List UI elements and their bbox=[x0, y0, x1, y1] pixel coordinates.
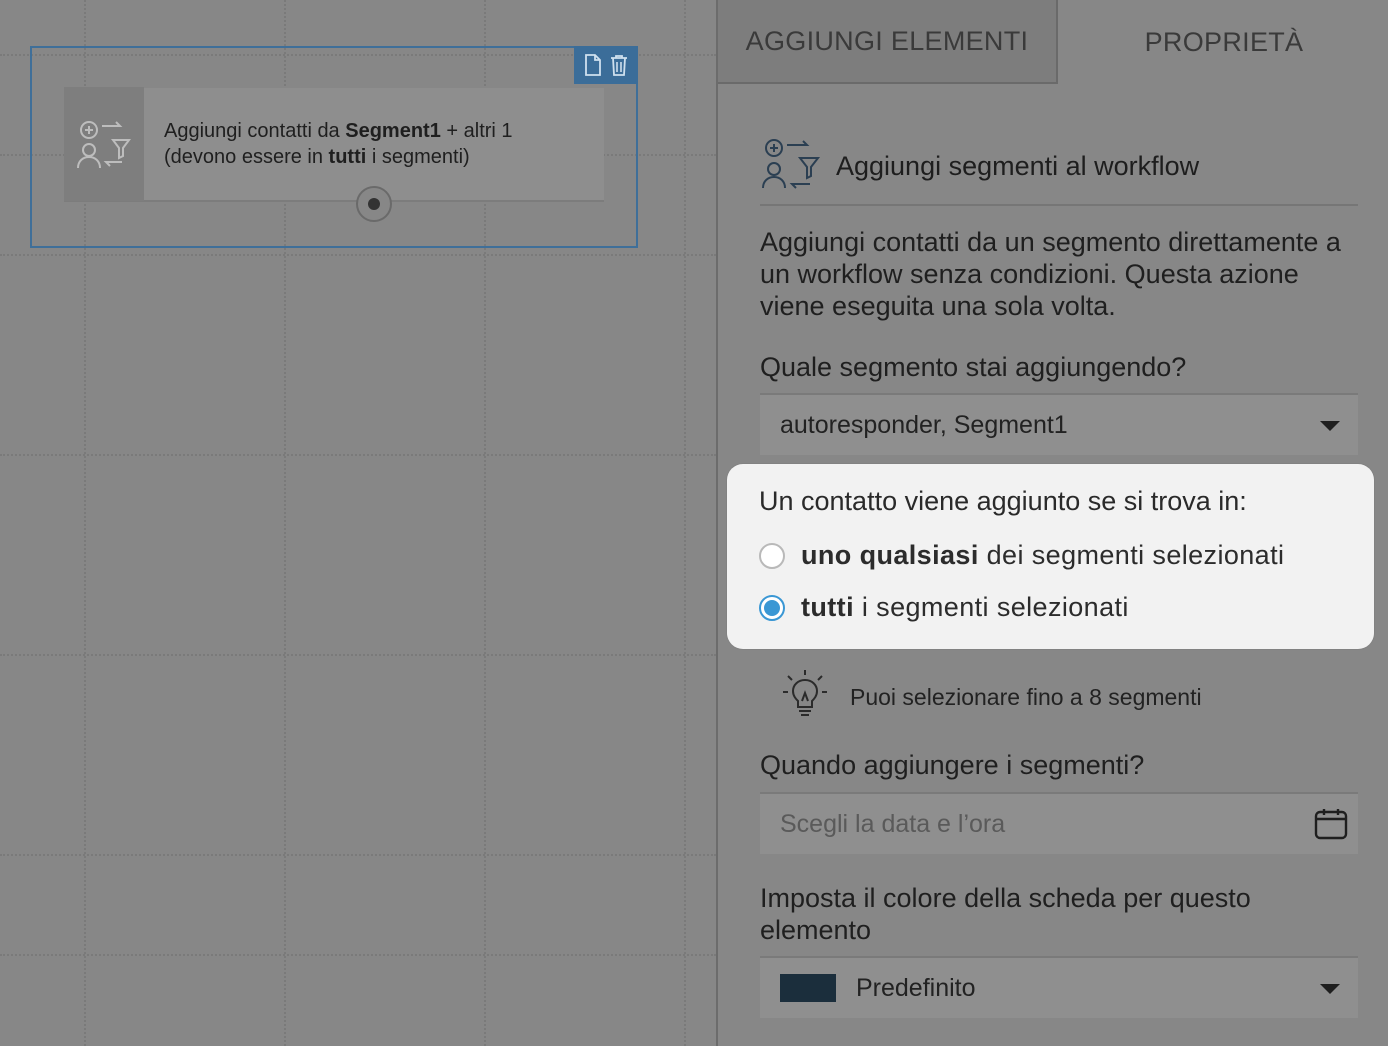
node-text-part: i segmenti) bbox=[366, 146, 470, 168]
radio-label-bold: tutti bbox=[801, 592, 854, 622]
radio-label-any: uno qualsiasi dei segmenti selezionati bbox=[801, 540, 1284, 571]
tab-add-elements[interactable]: AGGIUNGI ELEMENTI bbox=[718, 0, 1058, 84]
date-time-placeholder: Scegli la data e l’ora bbox=[780, 809, 1006, 838]
grid-line bbox=[0, 954, 716, 956]
workflow-node-selected[interactable]: Aggiungi contatti da Segment1 + altri 1 … bbox=[30, 46, 638, 248]
grid-line bbox=[0, 454, 716, 456]
match-mode-title: Un contatto viene aggiunto se si trova i… bbox=[759, 486, 1247, 516]
node-match-mode: tutti bbox=[328, 146, 367, 168]
when-question-label: Quando aggiungere i segmenti? bbox=[760, 750, 1145, 780]
section-header: Aggiungi segmenti al workflow bbox=[760, 138, 1358, 206]
grid-line bbox=[684, 0, 686, 1046]
segment-question-label: Quale segmento stai aggiungendo? bbox=[760, 352, 1187, 382]
chevron-down-icon bbox=[1320, 421, 1340, 431]
radio-option-all[interactable]: tutti i segmenti selezionati bbox=[759, 592, 1129, 623]
tab-properties[interactable]: PROPRIETÀ bbox=[1058, 0, 1388, 84]
grid-line bbox=[0, 254, 716, 256]
radio-button[interactable] bbox=[759, 594, 785, 621]
segment-select-value: autoresponder, Segment1 bbox=[780, 410, 1068, 439]
segment-add-icon bbox=[64, 87, 144, 201]
node-text-part: + altri 1 bbox=[440, 120, 513, 142]
workflow-canvas[interactable]: Aggiungi contatti da Segment1 + altri 1 … bbox=[0, 0, 716, 1046]
node-text-part: (devono essere in bbox=[164, 146, 329, 168]
node-text-part: Aggiungi contatti da bbox=[164, 120, 346, 142]
radio-button[interactable] bbox=[759, 542, 785, 569]
section-title: Aggiungi segmenti al workflow bbox=[836, 150, 1200, 181]
color-question-line: elemento bbox=[760, 915, 872, 945]
node-output-connector[interactable] bbox=[356, 186, 392, 222]
color-question-label: Imposta il colore della scheda per quest… bbox=[760, 882, 1251, 946]
segment-add-icon bbox=[762, 139, 821, 189]
trash-icon[interactable] bbox=[609, 54, 629, 76]
segment-limit-hint: Puoi selezionare fino a 8 segmenti bbox=[782, 668, 1202, 718]
color-question-line: Imposta il colore della scheda per quest… bbox=[760, 883, 1251, 913]
lightbulb-icon bbox=[783, 670, 827, 716]
segment-select[interactable]: autoresponder, Segment1 bbox=[760, 393, 1358, 455]
radio-label-rest: i segmenti selezionati bbox=[853, 592, 1129, 622]
node-segment-name: Segment1 bbox=[345, 120, 441, 142]
radio-label-rest: dei segmenti selezionati bbox=[978, 540, 1285, 570]
color-swatch bbox=[780, 974, 836, 1002]
date-time-input[interactable]: Scegli la data e l’ora bbox=[760, 792, 1358, 854]
match-mode-card: Un contatto viene aggiunto se si trova i… bbox=[727, 464, 1374, 649]
color-select-value: Predefinito bbox=[856, 973, 976, 1002]
node-card[interactable]: Aggiungi contatti da Segment1 + altri 1 … bbox=[64, 87, 604, 202]
connector-dot bbox=[368, 198, 380, 210]
card-color-select[interactable]: Predefinito bbox=[760, 956, 1358, 1018]
section-description: Aggiungi contatti da un segmento diretta… bbox=[760, 227, 1341, 321]
node-action-bar bbox=[574, 46, 638, 84]
calendar-icon[interactable] bbox=[1314, 807, 1348, 841]
radio-option-any[interactable]: uno qualsiasi dei segmenti selezionati bbox=[759, 540, 1284, 571]
hint-text: Puoi selezionare fino a 8 segmenti bbox=[850, 683, 1202, 710]
radio-label-bold: uno qualsiasi bbox=[801, 540, 979, 570]
copy-icon[interactable] bbox=[583, 54, 603, 76]
grid-line bbox=[0, 654, 716, 656]
grid-line bbox=[0, 854, 716, 856]
radio-label-all: tutti i segmenti selezionati bbox=[801, 592, 1129, 623]
node-description: Aggiungi contatti da Segment1 + altri 1 … bbox=[144, 118, 513, 170]
panel-tabs: AGGIUNGI ELEMENTI PROPRIETÀ bbox=[718, 0, 1388, 84]
chevron-down-icon bbox=[1320, 984, 1340, 994]
